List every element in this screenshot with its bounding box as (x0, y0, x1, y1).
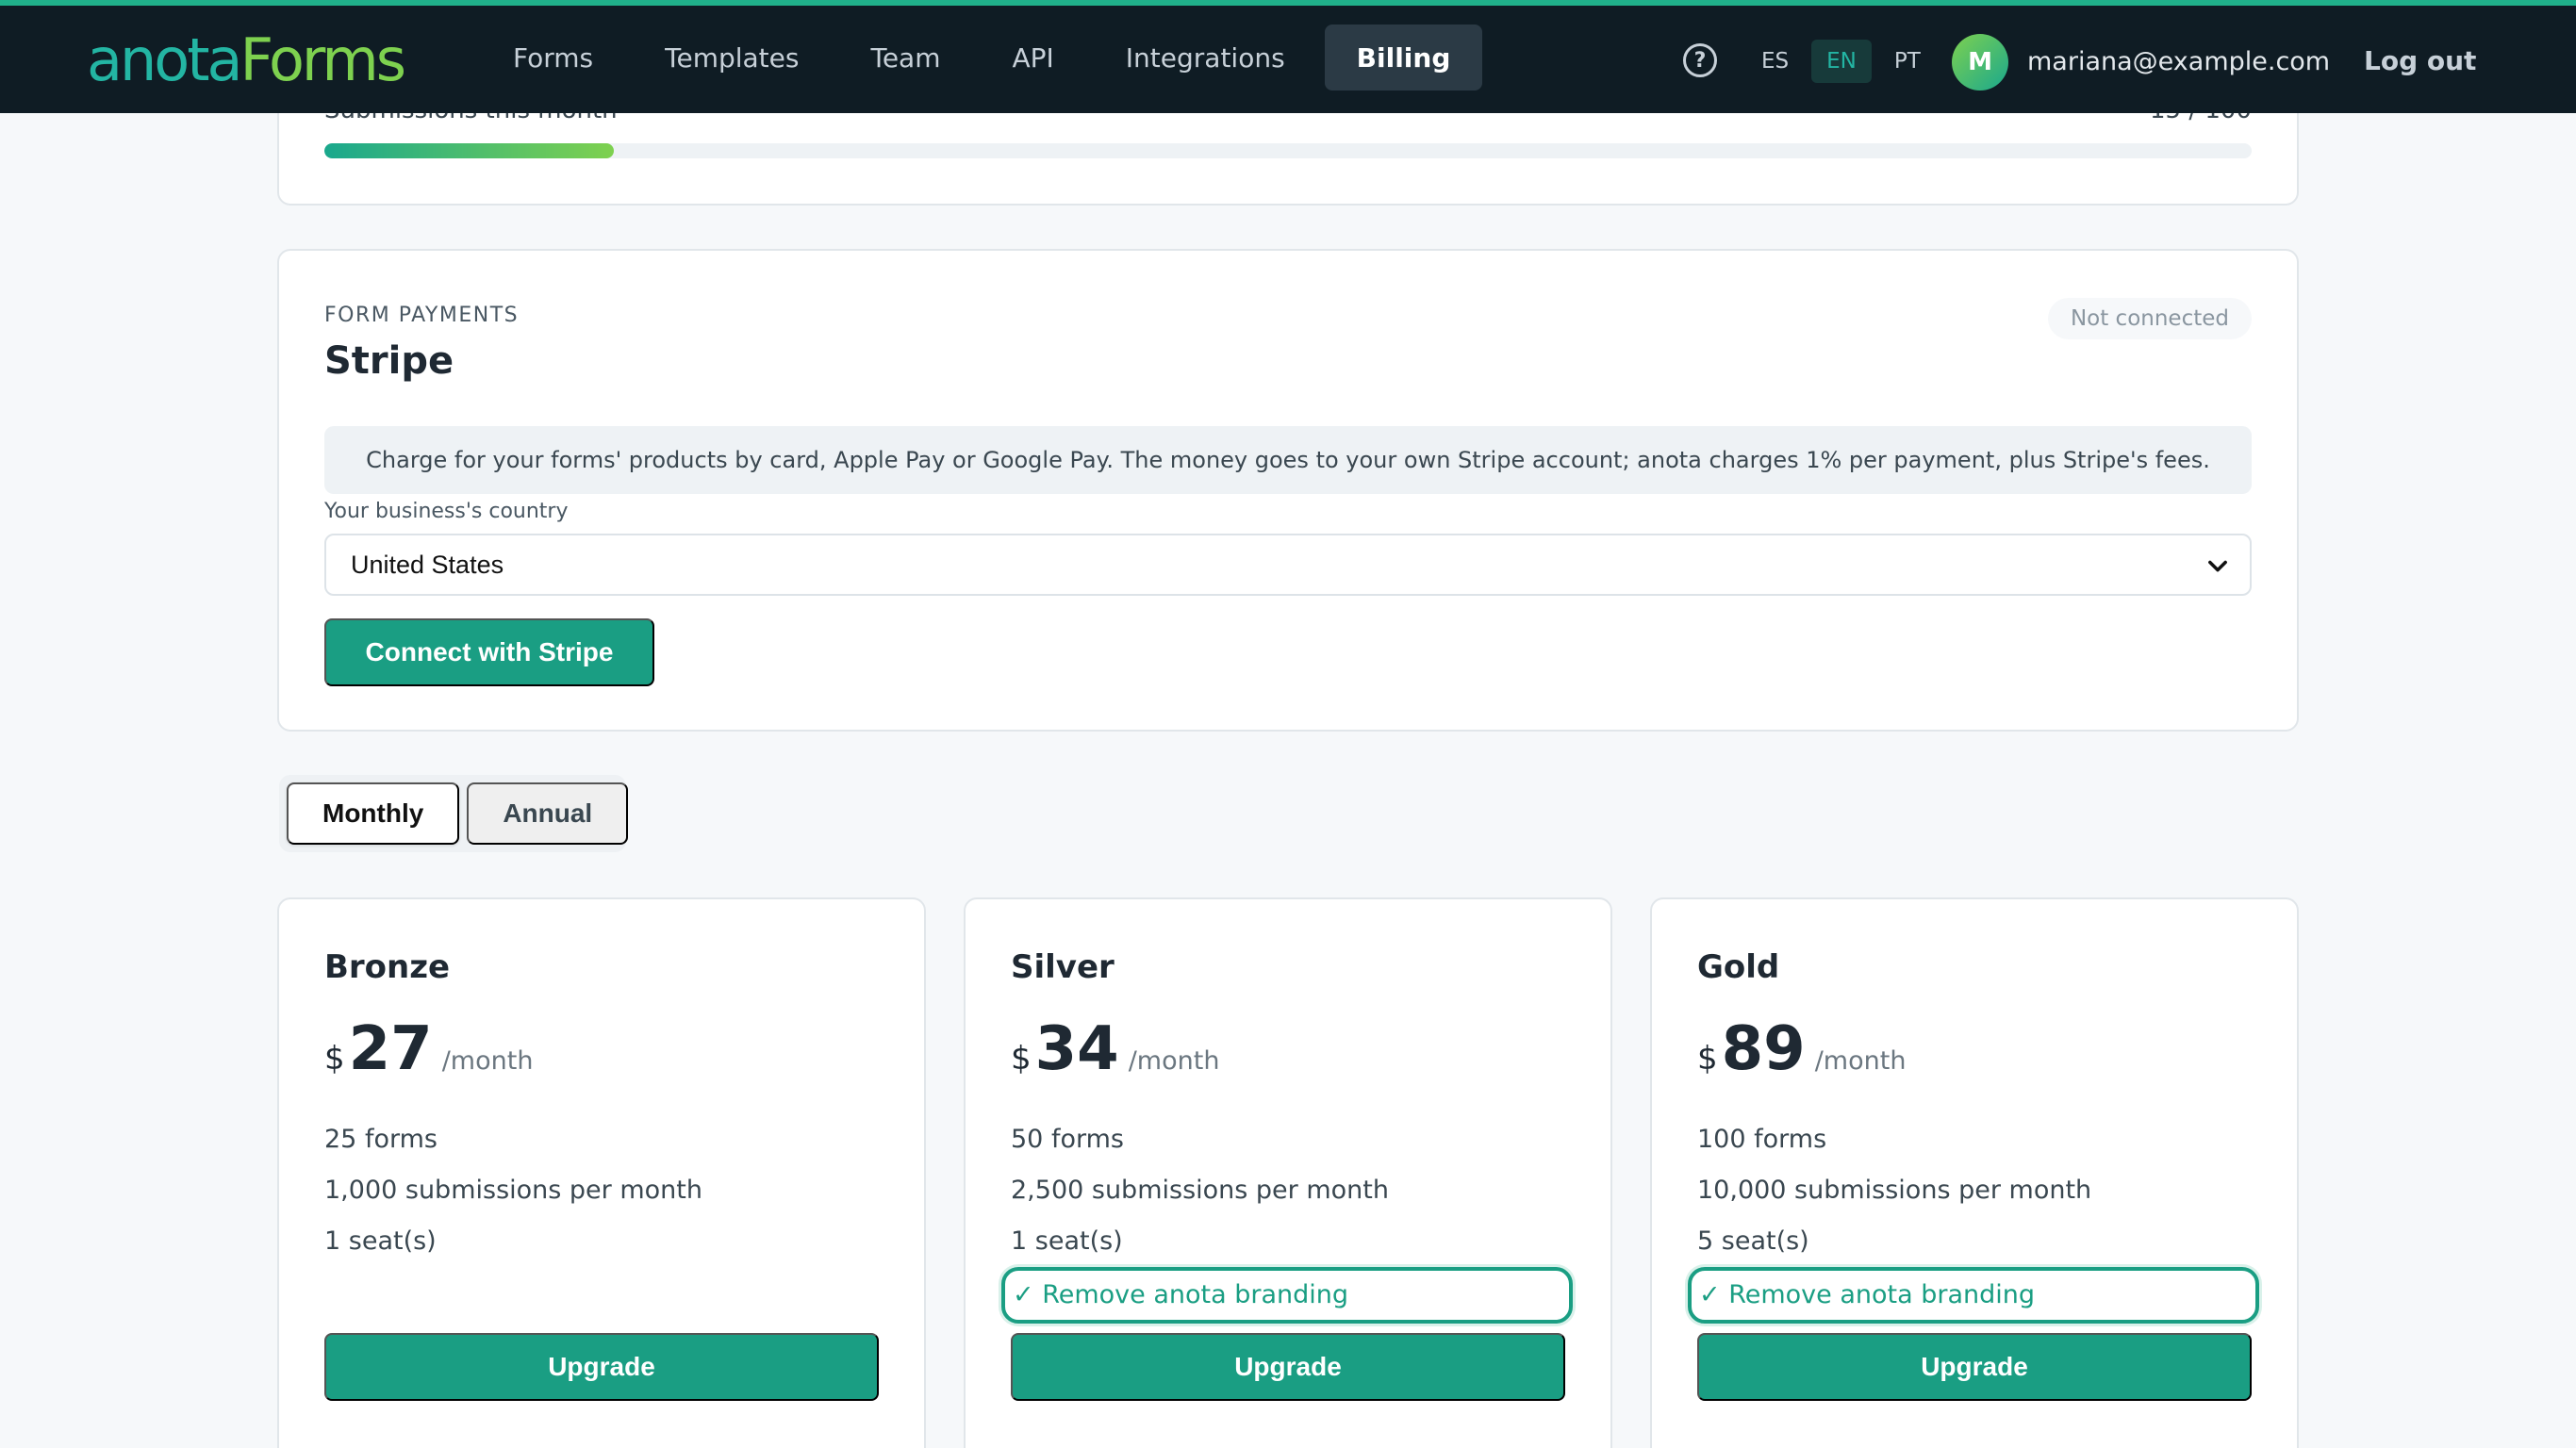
nav-item-templates[interactable]: Templates (633, 25, 831, 90)
stripe-info-text: Charge for your forms' products by card,… (324, 426, 2252, 494)
lang-es[interactable]: ES (1746, 40, 1804, 83)
lang-en[interactable]: EN (1811, 40, 1872, 83)
plan-price: $ 89 /month (1697, 1014, 1906, 1084)
feature-item: 50 forms (1011, 1125, 1124, 1154)
stripe-title: Stripe (324, 339, 454, 383)
plan-name: Bronze (324, 948, 451, 986)
plan-card-bronze: Bronze $ 27 /month 25 forms 1,000 submis… (277, 897, 926, 1448)
price-amount: 34 (1034, 1014, 1119, 1084)
plan-name: Silver (1011, 948, 1115, 986)
nav-item-api[interactable]: API (981, 25, 1086, 90)
anota-forms-logo[interactable]: anotaForms (87, 25, 406, 94)
status-badge: Not connected (2047, 298, 2252, 339)
plan-card-gold: Gold $ 89 /month 100 forms 10,000 submis… (1650, 897, 2299, 1448)
country-select-value: United States (351, 550, 504, 579)
plan-price: $ 27 /month (324, 1014, 533, 1084)
feature-remove-branding: ✓ Remove anota branding (1001, 1267, 1573, 1324)
main-nav: Forms Templates Team API Integrations Bi… (481, 25, 1483, 90)
help-icon[interactable]: ? (1683, 43, 1717, 77)
logo-text-anota: anota (87, 25, 243, 94)
plan-price: $ 34 /month (1011, 1014, 1219, 1084)
top-navigation-bar: anotaForms Forms Templates Team API Inte… (0, 0, 2576, 113)
price-currency: $ (324, 1040, 345, 1078)
logout-button[interactable]: Log out (2364, 45, 2476, 76)
logo-text-forms: Forms (239, 25, 406, 94)
feature-item: 25 forms (324, 1125, 438, 1154)
feature-item: 2,500 submissions per month (1011, 1176, 1389, 1205)
usage-progress-fill (324, 143, 614, 158)
chevron-down-icon (2208, 560, 2227, 572)
upgrade-button-bronze[interactable]: Upgrade (324, 1333, 879, 1401)
feature-item: 5 seat(s) (1697, 1226, 1809, 1256)
stripe-payments-card: FORM PAYMENTS Stripe Not connected Charg… (277, 249, 2299, 732)
lang-pt[interactable]: PT (1879, 40, 1936, 83)
toggle-annual[interactable]: Annual (467, 782, 629, 845)
plan-card-silver: Silver $ 34 /month 50 forms 2,500 submis… (964, 897, 1612, 1448)
toggle-monthly[interactable]: Monthly (287, 782, 460, 845)
price-period: /month (441, 1046, 534, 1076)
nav-item-team[interactable]: Team (838, 25, 972, 90)
connect-stripe-button[interactable]: Connect with Stripe (324, 618, 654, 686)
plan-features: 100 forms 10,000 submissions per month 5… (1688, 1114, 2259, 1324)
plan-features: 50 forms 2,500 submissions per month 1 s… (1001, 1114, 1573, 1324)
country-label: Your business's country (324, 500, 569, 523)
feature-item: 100 forms (1697, 1125, 1827, 1154)
language-switcher: ES EN PT (1746, 40, 1936, 83)
nav-item-billing[interactable]: Billing (1324, 25, 1483, 90)
billing-period-toggle: Monthly Annual (279, 775, 629, 852)
price-currency: $ (1011, 1040, 1032, 1078)
section-eyebrow: FORM PAYMENTS (324, 304, 520, 327)
price-period: /month (1128, 1046, 1220, 1076)
plan-name: Gold (1697, 948, 1780, 986)
feature-item: 1 seat(s) (324, 1226, 437, 1256)
nav-item-forms[interactable]: Forms (481, 25, 625, 90)
user-avatar[interactable]: M (1952, 34, 2008, 90)
price-amount: 27 (348, 1014, 433, 1084)
feature-item: 1,000 submissions per month (324, 1176, 702, 1205)
nav-item-integrations[interactable]: Integrations (1094, 25, 1317, 90)
feature-item: 1 seat(s) (1011, 1226, 1123, 1256)
price-amount: 89 (1721, 1014, 1806, 1084)
price-currency: $ (1697, 1040, 1718, 1078)
usage-progress-bar (324, 143, 2252, 158)
price-period: /month (1814, 1046, 1907, 1076)
upgrade-button-gold[interactable]: Upgrade (1697, 1333, 2252, 1401)
upgrade-button-silver[interactable]: Upgrade (1011, 1333, 1565, 1401)
plan-features: 25 forms 1,000 submissions per month 1 s… (324, 1114, 702, 1267)
feature-remove-branding: ✓ Remove anota branding (1688, 1267, 2259, 1324)
user-email[interactable]: mariana@example.com (2027, 47, 2330, 76)
feature-item: 10,000 submissions per month (1697, 1176, 2092, 1205)
country-select[interactable]: United States (324, 534, 2252, 596)
